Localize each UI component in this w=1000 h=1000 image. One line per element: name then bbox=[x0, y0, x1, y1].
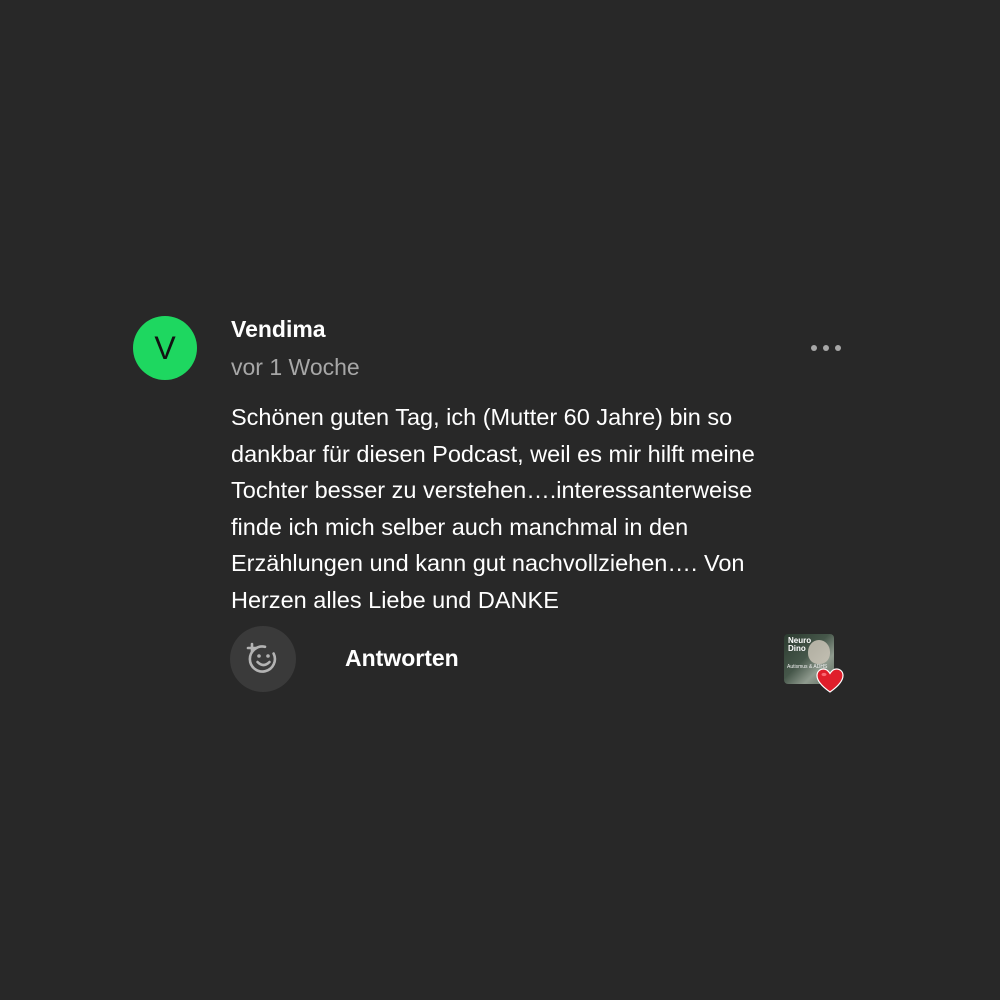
more-options-button[interactable] bbox=[804, 332, 848, 364]
more-horizontal-icon bbox=[811, 345, 817, 351]
comment-screen: V Vendima vor 1 Woche Schönen guten Tag,… bbox=[0, 0, 1000, 1000]
more-horizontal-icon-dot bbox=[823, 345, 829, 351]
comment-author[interactable]: Vendima bbox=[231, 316, 326, 343]
comment-text: Schönen guten Tag, ich (Mutter 60 Jahre)… bbox=[231, 404, 755, 613]
comment-timestamp: vor 1 Woche bbox=[231, 354, 360, 380]
avatar[interactable]: V bbox=[133, 316, 197, 380]
thumbnail-title: Neuro Dino bbox=[788, 636, 812, 653]
add-reaction-icon bbox=[246, 642, 277, 673]
more-horizontal-icon-dot bbox=[835, 345, 841, 351]
add-reaction-button[interactable] bbox=[230, 626, 296, 692]
avatar-letter: V bbox=[154, 329, 176, 366]
reply-button[interactable]: Antworten bbox=[345, 645, 459, 672]
heart-icon bbox=[816, 668, 844, 693]
